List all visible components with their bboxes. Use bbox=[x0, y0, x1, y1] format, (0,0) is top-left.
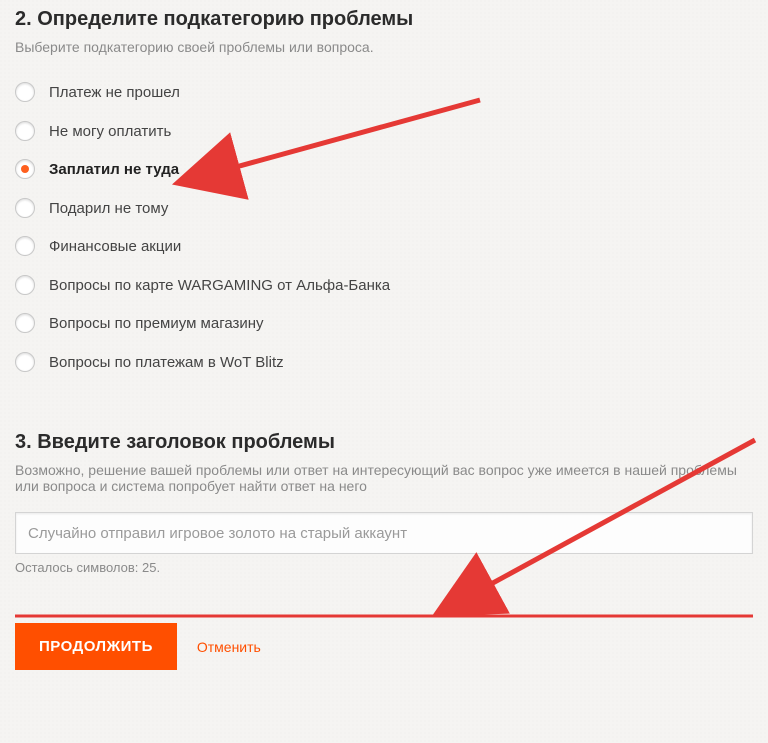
step3-description: Возможно, решение вашей проблемы или отв… bbox=[15, 462, 753, 494]
subcategory-option-1[interactable]: Не могу оплатить bbox=[15, 112, 395, 151]
subcategory-option-5[interactable]: Вопросы по карте WARGAMING от Альфа-Банк… bbox=[15, 266, 395, 305]
subcategory-option-7[interactable]: Вопросы по платежам в WoT Blitz bbox=[15, 343, 395, 382]
radio-icon bbox=[15, 313, 35, 333]
radio-icon bbox=[15, 198, 35, 218]
radio-icon bbox=[15, 159, 35, 179]
radio-icon bbox=[15, 82, 35, 102]
radio-icon bbox=[15, 275, 35, 295]
step3-heading: 3. Введите заголовок проблемы bbox=[15, 431, 753, 454]
radio-label: Заплатил не туда bbox=[49, 159, 179, 180]
subcategory-option-3[interactable]: Подарил не тому bbox=[15, 189, 395, 228]
subcategory-option-2[interactable]: Заплатил не туда bbox=[15, 150, 395, 189]
radio-label: Финансовые акции bbox=[49, 236, 181, 257]
step2-description: Выберите подкатегорию своей проблемы или… bbox=[15, 39, 753, 55]
subcategory-option-4[interactable]: Финансовые акции bbox=[15, 227, 395, 266]
cancel-link[interactable]: Отменить bbox=[197, 639, 261, 655]
continue-button[interactable]: ПРОДОЛЖИТЬ bbox=[15, 623, 177, 670]
step2-heading: 2. Определите подкатегорию проблемы bbox=[15, 8, 753, 31]
radio-label: Вопросы по карте WARGAMING от Альфа-Банк… bbox=[49, 275, 390, 296]
radio-label: Вопросы по платежам в WoT Blitz bbox=[49, 352, 284, 373]
radio-icon bbox=[15, 352, 35, 372]
radio-label: Подарил не тому bbox=[49, 198, 168, 219]
radio-icon bbox=[15, 121, 35, 141]
chars-remaining-label: Осталось символов: 25. bbox=[15, 560, 753, 575]
subcategory-option-0[interactable]: Платеж не прошел bbox=[15, 73, 395, 112]
subcategory-option-6[interactable]: Вопросы по премиум магазину bbox=[15, 304, 395, 343]
radio-icon bbox=[15, 236, 35, 256]
radio-label: Платеж не прошел bbox=[49, 82, 180, 103]
radio-label: Вопросы по премиум магазину bbox=[49, 313, 264, 334]
radio-label: Не могу оплатить bbox=[49, 121, 171, 142]
problem-title-input[interactable] bbox=[15, 512, 753, 554]
subcategory-radio-group: Платеж не прошел Не могу оплатить Заплатил… bbox=[15, 73, 395, 381]
